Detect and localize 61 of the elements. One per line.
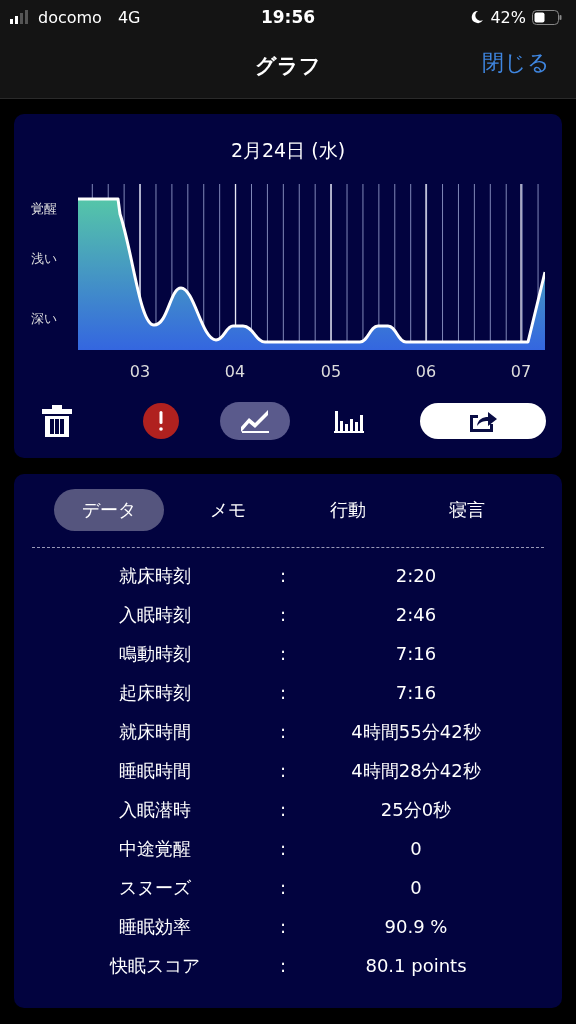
stat-value: 2:46 [394, 604, 438, 625]
stat-value: 7:16 [394, 682, 438, 703]
tab[interactable]: 寝言 [412, 489, 522, 531]
stat-separator: : [279, 838, 288, 859]
y-axis-label: 浅い [31, 250, 57, 268]
graph-date: 2月24日 (水) [229, 138, 347, 163]
battery-percent: 42% [490, 7, 526, 27]
stat-label: 快眠スコア [108, 953, 202, 978]
stat-label: スヌーズ [118, 875, 193, 900]
screen-title: グラフ [255, 53, 321, 80]
clock-time: 19:56 [260, 7, 316, 27]
line-chart-view-button[interactable] [220, 402, 290, 440]
stat-label: 睡眠時間 [118, 758, 193, 783]
stat-value: 0 [409, 838, 423, 859]
stat-value: 80.1 points [364, 955, 468, 976]
tab[interactable]: 行動 [292, 489, 403, 531]
tab[interactable]: データ [54, 489, 164, 531]
stat-separator: : [279, 721, 288, 742]
y-axis-label: 深い [31, 310, 57, 328]
stat-label: 中途覚醒 [118, 836, 193, 861]
x-axis-label: 04 [224, 362, 246, 381]
stat-separator: : [279, 643, 288, 664]
stat-value: 90.9 % [383, 916, 449, 937]
stat-separator: : [279, 760, 288, 781]
y-axis-label: 覚醒 [31, 200, 57, 218]
stat-separator: : [279, 565, 288, 586]
stat-separator: : [279, 916, 288, 937]
x-axis-label: 05 [320, 362, 342, 381]
stat-label: 就床時間 [118, 719, 193, 744]
x-axis-label: 07 [510, 362, 532, 381]
trash-icon [42, 405, 72, 437]
close-button[interactable]: 閉じる [482, 48, 550, 78]
tab[interactable]: メモ [173, 489, 284, 531]
stat-value: 2:20 [394, 565, 438, 586]
stat-label: 入眠潜時 [118, 797, 193, 822]
stat-value: 25分0秒 [379, 797, 453, 822]
stat-separator: : [279, 955, 288, 976]
x-axis-label: 06 [415, 362, 437, 381]
stat-separator: : [279, 682, 288, 703]
stat-label: 起床時刻 [118, 680, 193, 705]
stat-separator: : [279, 877, 288, 898]
stat-value: 7:16 [394, 643, 438, 664]
stat-value: 0 [409, 877, 423, 898]
moon-icon [470, 10, 485, 24]
stat-value: 4時間28分42秒 [350, 758, 482, 783]
stat-label: 鳴動時刻 [118, 641, 193, 666]
stat-separator: : [279, 604, 288, 625]
share-button[interactable] [420, 403, 546, 439]
network-type: 4G [117, 7, 141, 27]
stat-label: 入眠時刻 [118, 602, 193, 627]
carrier-name: docomo [38, 7, 102, 27]
stat-separator: : [279, 799, 288, 820]
line-chart-icon [240, 409, 270, 433]
x-axis-label: 03 [129, 362, 151, 381]
share-icon [468, 409, 498, 433]
stat-label: 就床時刻 [118, 563, 193, 588]
stat-label: 睡眠効率 [118, 914, 193, 939]
bar-chart-icon [334, 409, 364, 433]
battery-icon [532, 9, 562, 25]
stat-value: 4時間55分42秒 [350, 719, 482, 744]
alert-icon [142, 402, 180, 440]
